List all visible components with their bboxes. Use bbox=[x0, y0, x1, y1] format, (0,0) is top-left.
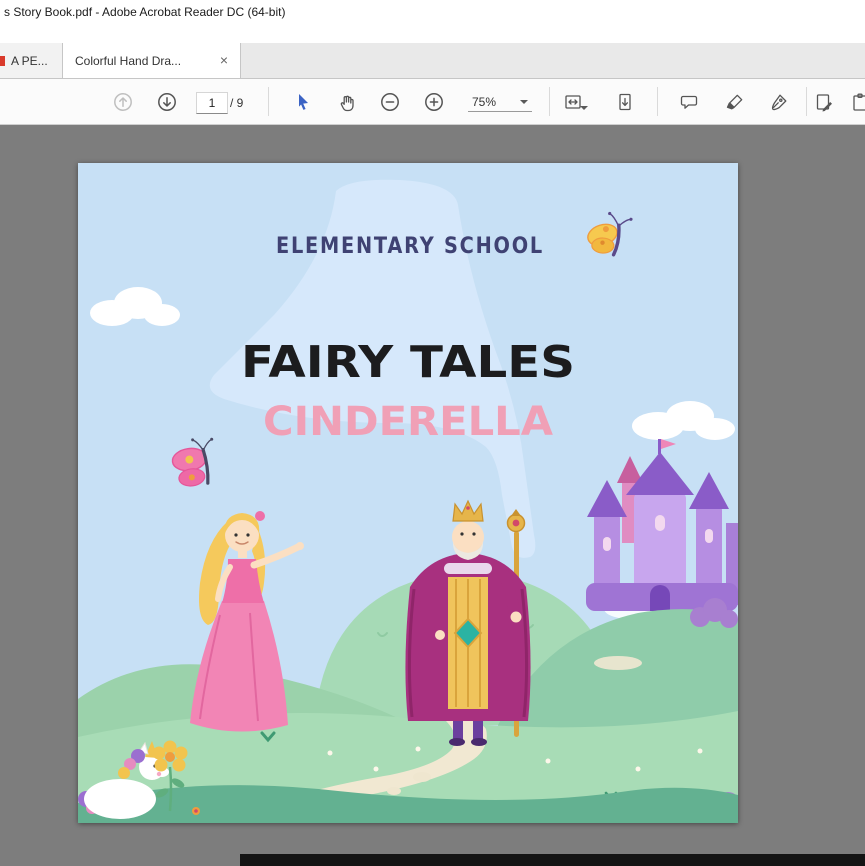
highlight-tool-button[interactable] bbox=[723, 90, 747, 114]
sign-tool-button[interactable] bbox=[767, 90, 791, 114]
highlighter-icon bbox=[725, 92, 745, 112]
page-count-label: / 9 bbox=[230, 96, 243, 110]
previous-page-button[interactable] bbox=[111, 90, 135, 114]
pdf-page-canvas: ELEMENTARY SCHOOL FAIRY TALES CINDERELLA bbox=[78, 163, 738, 823]
school-label: ELEMENTARY SCHOOL bbox=[276, 234, 544, 259]
toolbar-separator bbox=[657, 87, 658, 116]
document-scroll-area[interactable]: ELEMENTARY SCHOOL FAIRY TALES CINDERELLA bbox=[0, 125, 865, 866]
window-title-bar: s Story Book.pdf - Adobe Acrobat Reader … bbox=[0, 0, 865, 43]
cover-subtitle: CINDERELLA bbox=[263, 399, 553, 445]
next-page-button[interactable] bbox=[155, 90, 179, 114]
main-toolbar: / 9 75% bbox=[0, 79, 865, 125]
page-scroll-icon bbox=[615, 92, 635, 112]
arrow-down-circle-icon bbox=[157, 92, 177, 112]
cover-title: FAIRY TALES bbox=[241, 337, 575, 388]
hand-tool-button[interactable] bbox=[335, 90, 359, 114]
tab-inactive-document[interactable]: A PE... bbox=[0, 43, 63, 78]
clipboard-icon bbox=[850, 92, 865, 112]
fountain-pen-icon bbox=[769, 92, 789, 112]
chevron-down-icon bbox=[580, 106, 588, 110]
select-tool-button[interactable] bbox=[291, 90, 315, 114]
window-title: s Story Book.pdf - Adobe Acrobat Reader … bbox=[4, 5, 285, 19]
arrow-up-circle-icon bbox=[113, 92, 133, 112]
toolbar-separator bbox=[268, 87, 269, 116]
edit-tool-button[interactable] bbox=[812, 90, 836, 114]
document-tab-strip: A PE... Colorful Hand Dra... × bbox=[0, 43, 865, 79]
pdf-page[interactable]: ELEMENTARY SCHOOL FAIRY TALES CINDERELLA bbox=[78, 163, 738, 823]
path-stone bbox=[413, 772, 431, 782]
page-edit-icon bbox=[814, 92, 834, 112]
speech-bubble-icon bbox=[679, 92, 699, 112]
scrolling-mode-button[interactable] bbox=[613, 90, 637, 114]
zoom-level-dropdown[interactable]: 75% bbox=[468, 92, 532, 112]
minus-circle-icon bbox=[380, 92, 400, 112]
cursor-arrow-icon bbox=[293, 92, 313, 112]
page-number-input[interactable] bbox=[196, 92, 228, 114]
windows-taskbar[interactable] bbox=[240, 854, 865, 866]
toolbar-separator bbox=[806, 87, 807, 116]
page-fit-dropdown[interactable] bbox=[557, 90, 589, 114]
tab-label: A PE... bbox=[5, 54, 48, 68]
clipboard-tool-button[interactable] bbox=[848, 90, 865, 114]
hand-icon bbox=[337, 92, 357, 112]
tab-label: Colorful Hand Dra... bbox=[63, 54, 216, 68]
tab-active-document[interactable]: Colorful Hand Dra... × bbox=[63, 43, 241, 78]
zoom-level-value: 75% bbox=[472, 95, 496, 109]
toolbar-separator bbox=[549, 87, 550, 116]
path-stone bbox=[387, 787, 401, 795]
comment-tool-button[interactable] bbox=[677, 90, 701, 114]
path-stone bbox=[594, 656, 642, 670]
zoom-in-button[interactable] bbox=[422, 90, 446, 114]
chevron-down-icon bbox=[520, 100, 528, 104]
plus-circle-icon bbox=[424, 92, 444, 112]
tab-close-icon[interactable]: × bbox=[216, 53, 232, 69]
zoom-out-button[interactable] bbox=[378, 90, 402, 114]
